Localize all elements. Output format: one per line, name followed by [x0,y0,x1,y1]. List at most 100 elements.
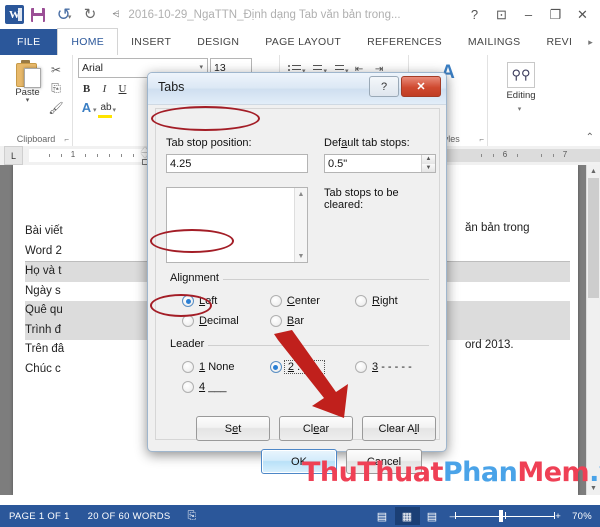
zoom-in-button[interactable]: + [555,511,561,522]
default-tab-stops-spinner[interactable]: 0.5" ▲ ▼ [324,154,436,173]
proofing-icon[interactable]: ⎘ [180,510,205,523]
word-application-window: W ↺ ▾ ↻ ⩤ 2016-10-29_NgaTTN_Định dạng Tab… [0,0,600,527]
scroll-up-icon[interactable]: ▲ [295,188,307,200]
spinner-up-icon[interactable]: ▲ [421,155,435,164]
redo-button[interactable]: ↻ [78,4,102,26]
collapse-ribbon-button[interactable]: ⌃ [586,132,594,143]
customize-qat-button[interactable]: ⩤ [104,4,128,26]
radio-align-center[interactable]: Center [269,295,355,307]
tab-references[interactable]: REFERENCES [354,29,455,55]
dialog-help-button[interactable]: ? [369,76,399,97]
minimize-button[interactable]: – [515,4,542,26]
tab-review[interactable]: REVI [533,29,585,55]
tab-home[interactable]: HOME [57,28,119,56]
word-count[interactable]: 20 OF 60 WORDS [79,511,180,522]
ribbon-display-options-button[interactable]: ⊡ [488,4,515,26]
set-button[interactable]: Set [196,416,270,441]
scroll-down-icon[interactable]: ▼ [587,482,600,495]
tab-page-layout[interactable]: PAGE LAYOUT [252,29,354,55]
undo-button[interactable]: ↺ ▾ [52,4,76,26]
tab-stop-list[interactable]: ▲ ▼ [166,187,308,263]
alignment-legend: Alignment [166,272,223,284]
editing-icon[interactable]: ⚲⚲ [507,62,535,88]
read-mode-button[interactable]: ▤ [370,507,395,525]
scroll-down-icon[interactable]: ▼ [295,250,307,262]
print-layout-button[interactable]: ▦ [394,507,420,525]
scrollbar-thumb[interactable] [588,178,599,298]
radio-label: Decimal [199,315,239,327]
tab-stop-position-input[interactable]: 4.25 [166,154,308,173]
radio-indicator [269,315,282,327]
dialog-action-buttons: Set Clear Clear All [196,416,436,441]
paste-button[interactable]: Paste ▾ [8,60,48,116]
format-painter-icon[interactable]: 🖌 [48,99,65,116]
tab-overflow-icon[interactable]: ▸ [585,29,596,55]
group-label-clipboard: Clipboard [16,134,56,144]
default-tab-stops-field: Default tab stops: 0.5" ▲ ▼ [324,137,436,173]
leader-group: Leader 1 None 2 ...... 3 - - - - - 4 ___ [166,338,429,407]
clear-button[interactable]: Clear [279,416,353,441]
radio-leader-dots[interactable]: 2 ...... [269,360,355,374]
page-indicator[interactable]: PAGE 1 OF 1 [0,511,79,522]
alignment-group: Alignment Left Center Right Decimal Bar [166,272,429,334]
chevron-down-icon[interactable]: ▾ [26,97,30,104]
radio-indicator [355,295,367,307]
web-layout-button[interactable]: ▤ [420,507,445,525]
highlight-button[interactable]: ab [97,99,115,118]
save-button[interactable] [26,4,50,26]
ribbon-tab-strip: FILE HOME INSERT DESIGN PAGE LAYOUT REFE… [0,28,600,56]
radio-align-left[interactable]: Left [166,295,270,307]
vertical-scrollbar[interactable]: ▲ ▼ [586,165,600,495]
dialog-close-button[interactable]: ✕ [401,76,441,97]
radio-leader-dashes[interactable]: 3 - - - - - [355,361,429,373]
radio-indicator [182,315,194,327]
styles-dialog-launcher-icon[interactable]: ⌐ [479,135,484,144]
scroll-up-icon[interactable]: ▲ [587,165,600,178]
radio-align-decimal[interactable]: Decimal [166,315,270,327]
radio-leader-none[interactable]: 1 None [166,361,270,373]
zoom-control: – + [445,510,566,522]
title-bar: W ↺ ▾ ↻ ⩤ 2016-10-29_NgaTTN_Định dạng Tab… [0,0,600,29]
help-button[interactable]: ? [461,4,488,26]
clipboard-dialog-launcher-icon[interactable]: ⌐ [64,135,69,144]
save-icon [31,7,45,22]
chevron-down-icon[interactable]: ▾ [518,105,522,113]
dialog-body: Tab stop position: 4.25 ▲ ▼ Default tab … [148,104,446,474]
zoom-slider[interactable] [455,510,556,522]
dialog-title-bar: Tabs ? ✕ [148,73,446,105]
chevron-down-icon[interactable]: ▾ [93,106,97,114]
leader-legend: Leader [166,338,209,350]
spinner-down-icon[interactable]: ▼ [421,163,435,172]
radio-label: Left [199,295,218,307]
close-button[interactable]: ✕ [569,4,596,26]
radio-indicator [182,381,194,393]
radio-indicator [182,361,194,373]
zoom-percentage[interactable]: 70% [566,511,600,522]
radio-leader-underline[interactable]: 4 ___ [166,381,270,393]
bold-button[interactable]: B [78,80,95,97]
radio-indicator [182,295,194,307]
redo-icon: ↻ [83,6,97,23]
editing-label: Editing [506,90,536,101]
cut-icon[interactable]: ✂ [48,61,65,78]
italic-button[interactable]: I [96,80,113,97]
underline-button[interactable]: U [114,80,131,97]
tab-stop-selector-button[interactable]: L [4,146,23,165]
restore-button[interactable]: ❐ [542,4,569,26]
radio-align-bar[interactable]: Bar [269,315,355,327]
ribbon-group-clipboard: Paste ▾ ✂ ⎘ 🖌 Clipboard ⌐ [0,55,72,146]
clear-all-button[interactable]: Clear All [362,416,436,441]
ok-button[interactable]: OK [261,449,337,474]
copy-icon[interactable]: ⎘ [48,80,65,97]
ruler-number: 6 [502,150,508,159]
tab-design[interactable]: DESIGN [184,29,252,55]
tab-mailings[interactable]: MAILINGS [455,29,534,55]
doc-line-right: ăn bản trong [465,222,530,234]
tab-file[interactable]: FILE [0,29,58,55]
cancel-button[interactable]: Cancel [346,449,422,474]
listbox-scrollbar[interactable]: ▲ ▼ [294,188,307,262]
tab-insert[interactable]: INSERT [118,29,184,55]
default-tab-stops-value: 0.5" [328,158,348,170]
radio-align-right[interactable]: Right [355,295,429,307]
paste-icon [15,60,41,88]
